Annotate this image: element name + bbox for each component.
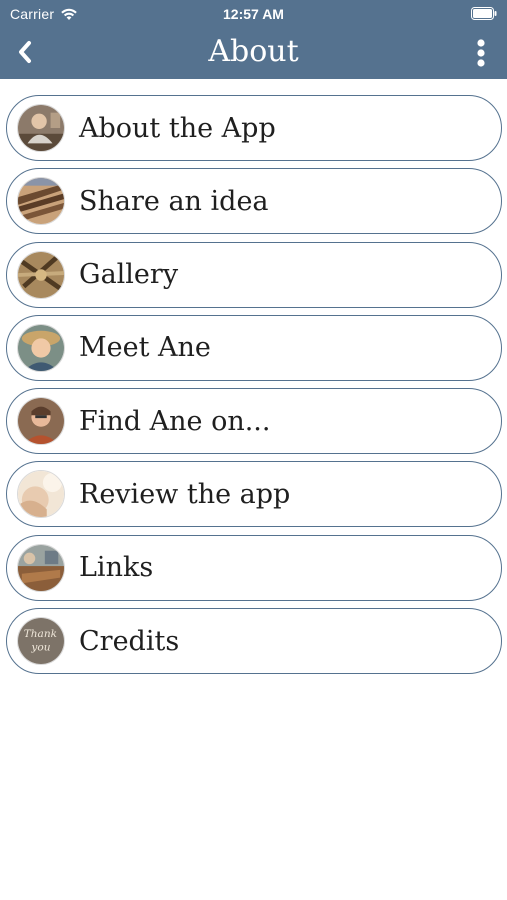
menu-item-gallery[interactable]: Gallery (6, 241, 502, 308)
battery-icon (471, 7, 497, 20)
header: Carrier 12:57 AM About (0, 0, 507, 79)
menu-item-label: Review the app (79, 478, 291, 510)
menu-item-credits[interactable]: Thank you Credits (6, 608, 502, 675)
menu-item-review-the-app[interactable]: Review the app (6, 461, 502, 528)
menu-item-label: Share an idea (79, 185, 269, 217)
menu-item-meet-ane[interactable]: Meet Ane (6, 314, 502, 381)
find-ane-avatar (17, 397, 65, 446)
menu-item-find-ane-on[interactable]: Find Ane on... (6, 388, 502, 455)
menu-item-label: Gallery (79, 259, 179, 291)
nav-bar: About (0, 28, 507, 79)
menu-item-label: Meet Ane (79, 332, 211, 364)
meet-ane-avatar (17, 323, 65, 372)
menu-item-label: Links (79, 552, 154, 584)
svg-text:Thank: Thank (24, 628, 57, 640)
share-idea-avatar (17, 177, 65, 226)
menu-item-label: Find Ane on... (79, 405, 271, 437)
review-app-avatar (17, 470, 65, 519)
status-time: 12:57 AM (223, 6, 284, 22)
more-vertical-icon (477, 39, 485, 67)
menu-item-label: About the App (79, 112, 276, 144)
more-options-button[interactable] (469, 38, 493, 68)
credits-avatar: Thank you (17, 617, 65, 666)
links-avatar (17, 543, 65, 592)
menu-item-links[interactable]: Links (6, 534, 502, 601)
menu-item-about-the-app[interactable]: About the App (6, 95, 502, 161)
menu-item-label: Credits (79, 625, 180, 657)
menu-list: About the App Share an idea Gallery Meet… (6, 95, 502, 681)
svg-text:you: you (30, 642, 50, 654)
about-app-avatar (17, 104, 65, 152)
gallery-avatar (17, 250, 65, 299)
menu-item-share-an-idea[interactable]: Share an idea (6, 168, 502, 235)
status-bar: Carrier 12:57 AM (0, 0, 507, 28)
page-title: About (208, 34, 299, 69)
